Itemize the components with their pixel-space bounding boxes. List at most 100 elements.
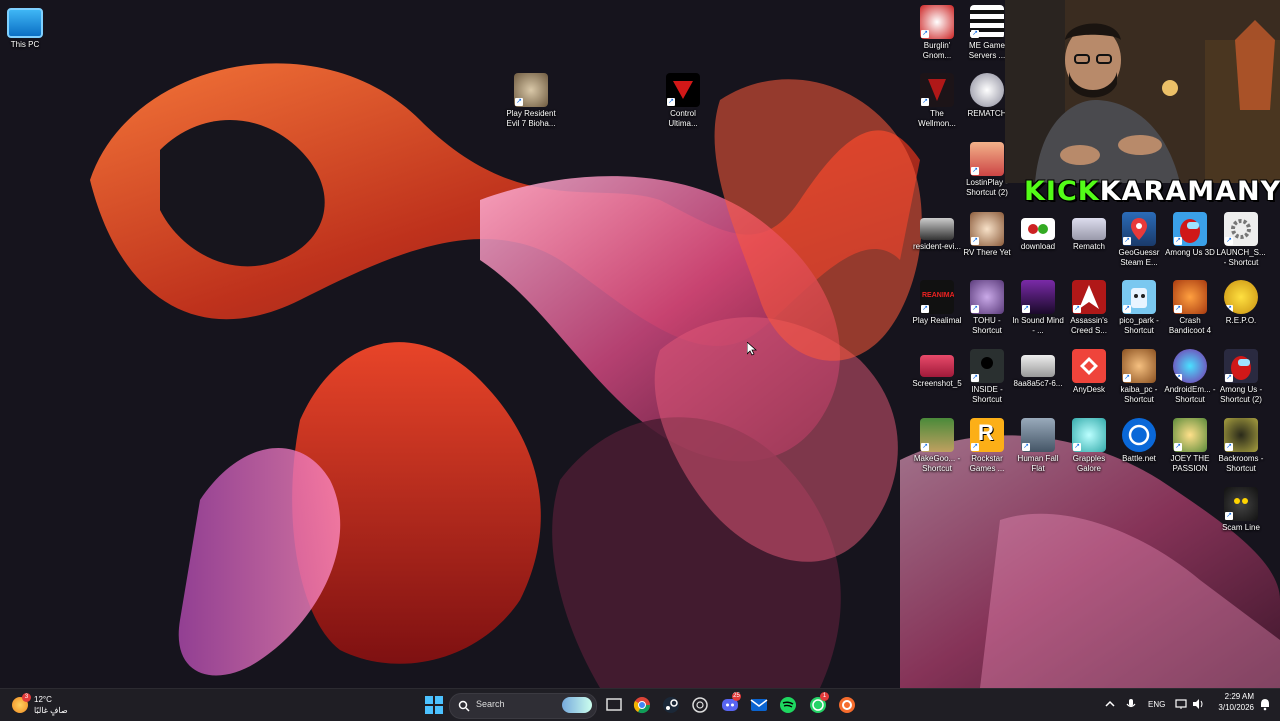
weather-desc: صافٍ غالبًا [34, 706, 68, 715]
anydesk-icon [1072, 349, 1106, 383]
desktop-icon-joey-passion[interactable]: ↗ JOEY THE PASSION [1164, 418, 1216, 474]
weather-widget[interactable]: 3 12°C صافٍ غالبًا [8, 689, 88, 721]
discord-badge: 25 [732, 692, 741, 701]
network-icon [1175, 699, 1187, 709]
mail-button[interactable] [749, 695, 769, 715]
desktop-icon-wellmon[interactable]: ↗ The Wellmon... [911, 73, 963, 129]
desktop-icon-crash-bandicoot[interactable]: ↗ Crash Bandicoot 4 [1164, 280, 1216, 336]
battlenet-icon [1122, 418, 1156, 452]
desktop-icon-resident-evil-7[interactable]: ↗ Play Resident Evil 7 Bioha... [505, 73, 557, 129]
desktop-icon-inside[interactable]: ↗ INSIDE - Shortcut [961, 349, 1013, 405]
streamer-brand-logo: KICKKARAMANY [1024, 175, 1280, 209]
desktop-icon-makegood[interactable]: ↗ MakeGoo... - Shortcut [911, 418, 963, 474]
discord-button[interactable]: 25 [720, 692, 741, 715]
desktop-icon-among-us-3d[interactable]: ↗ Among Us 3D [1164, 212, 1216, 258]
icon-label: LAUNCH_S... - Shortcut [1216, 248, 1266, 267]
desktop-icon-battlenet[interactable]: Battle.net [1113, 418, 1165, 464]
icon-label: INSIDE - Shortcut [971, 385, 1003, 404]
show-hidden-icons-button[interactable] [1103, 697, 1117, 711]
clock[interactable]: 2:29 AM 3/10/2026 [1210, 692, 1254, 718]
windows-logo-icon [425, 696, 443, 714]
ea-app-icon [839, 697, 855, 713]
desktop-icon-anydesk[interactable]: AnyDesk [1063, 349, 1115, 395]
desktop-icon-grapples-galore[interactable]: ↗ Grapples Galore [1063, 418, 1115, 474]
whatsapp-button[interactable]: 1 [808, 692, 829, 715]
desktop-icon-geoguessr[interactable]: ↗ GeoGuessr Steam E... [1113, 212, 1165, 268]
desktop-icon-rv-there-yet[interactable]: ↗ RV There Yet [961, 212, 1013, 258]
icon-label: In Sound Mind - ... [1012, 316, 1064, 335]
joey-icon: ↗ [1173, 418, 1207, 452]
openai-icon [692, 697, 708, 713]
start-button[interactable] [424, 695, 444, 715]
icon-label: Battle.net [1122, 454, 1156, 463]
icon-label: Grapples Galore [1072, 454, 1106, 473]
image-file-icon [1021, 355, 1055, 377]
clock-date: 3/10/2026 [1218, 703, 1254, 712]
tohu-icon: ↗ [970, 280, 1004, 314]
desktop-icon-human-fall-flat[interactable]: ↗ Human Fall Flat [1012, 418, 1064, 474]
image-file-icon [920, 355, 954, 377]
desktop-icon-backrooms[interactable]: ↗ Backrooms - Shortcut [1215, 418, 1267, 474]
icon-label: JOEY THE PASSION [1170, 454, 1210, 473]
desktop-icon-control[interactable]: ↗ Control Ultima... [657, 73, 709, 129]
network-button[interactable] [1174, 697, 1188, 711]
search-highlight-icon [562, 697, 592, 713]
speaker-icon [1193, 699, 1203, 709]
desktop-icon-tohu[interactable]: ↗ TOHU - Shortcut [961, 280, 1013, 336]
brand-kick-text: KICK [1024, 176, 1100, 207]
icon-label: kaiba_pc - Shortcut [1120, 385, 1158, 404]
mail-icon [750, 699, 768, 711]
desktop-icon-resident-evil-s[interactable]: resident-evi... [911, 212, 963, 252]
taskbar-search-box[interactable]: Search [449, 693, 597, 719]
desktop-icon-screenshot[interactable]: Screenshot_5 [911, 349, 963, 389]
volume-button[interactable] [1191, 697, 1205, 711]
icon-label: AndroidEm... - Shortcut [1164, 385, 1216, 404]
icon-label: Play Resident Evil 7 Bioha... [506, 109, 556, 128]
desktop-icon-repo[interactable]: ↗ R.E.P.O. [1215, 280, 1267, 326]
desktop-icon-assassins-creed[interactable]: ↗ Assassin's Creed S... [1063, 280, 1115, 336]
desktop-icon-burglin-gnomes[interactable]: ↗ Burglin' Gnom... [911, 5, 963, 61]
icon-label: Control Ultima... [668, 109, 698, 128]
desktop-icon-in-sound-mind[interactable]: ↗ In Sound Mind - ... [1012, 280, 1064, 336]
spotify-button[interactable] [778, 695, 798, 715]
icon-label: Rematch [1072, 242, 1105, 251]
crewmate-icon: ↗ [1173, 212, 1207, 246]
desktop-icon-among-us-shortcut[interactable]: ↗ Among Us - Shortcut (2) [1215, 349, 1267, 405]
crash-bandicoot-icon: ↗ [1173, 280, 1207, 314]
desktop-icon-download[interactable]: download [1012, 212, 1064, 252]
chatgpt-button[interactable] [690, 695, 710, 715]
assassins-creed-icon: ↗ [1072, 280, 1106, 314]
icon-label: Scam Line [1222, 523, 1260, 532]
desktop-icon-launch-shortcut[interactable]: ↗ LAUNCH_S... - Shortcut [1215, 212, 1267, 268]
icon-label: MakeGoo... - Shortcut [913, 454, 961, 473]
desktop-icon-kaiba[interactable]: ↗ kaiba_pc - Shortcut [1113, 349, 1165, 405]
notification-button[interactable] [1258, 697, 1272, 711]
desktop-icon-rockstar[interactable]: R ↗ Rockstar Games ... [961, 418, 1013, 474]
image-file-icon [1072, 218, 1106, 240]
inside-icon: ↗ [970, 349, 1004, 383]
desktop-icon-scam-line[interactable]: ↗ Scam Line [1215, 487, 1267, 533]
lostinplay-icon: ↗ [970, 142, 1004, 176]
steam-button[interactable] [661, 695, 681, 715]
desktop-icon-rematch[interactable]: Rematch [1063, 212, 1115, 252]
bell-icon [1261, 699, 1269, 711]
android-emulator-icon: ↗ [1173, 349, 1207, 383]
desktop-icon-hash-file[interactable]: 8aa8a5c7-6... [1012, 349, 1064, 389]
spotify-icon [780, 697, 796, 713]
language-indicator[interactable]: ENG [1148, 700, 1165, 709]
desktop-icon-androidem[interactable]: ↗ AndroidEm... - Shortcut [1164, 349, 1216, 405]
origin-button[interactable] [837, 695, 857, 715]
chrome-button[interactable] [632, 695, 652, 715]
scam-line-icon: ↗ [1224, 487, 1258, 521]
task-view-button[interactable] [604, 695, 624, 715]
icon-label: pico_park - Shortcut [1119, 316, 1159, 335]
pico-park-icon: ↗ [1122, 280, 1156, 314]
icon-label: Among Us - Shortcut (2) [1219, 385, 1263, 404]
monitor-icon [7, 8, 43, 38]
desktop-icon-pico-park[interactable]: ↗ pico_park - Shortcut [1113, 280, 1165, 336]
wellmon-icon: ↗ [920, 73, 954, 107]
weather-badge: 3 [22, 693, 31, 702]
desktop-icon-this-pc[interactable]: This PC [0, 8, 50, 50]
microphone-button[interactable] [1124, 697, 1138, 711]
desktop-icon-play-realimal[interactable]: REANIMAL↗ Play Realimal [911, 280, 963, 326]
